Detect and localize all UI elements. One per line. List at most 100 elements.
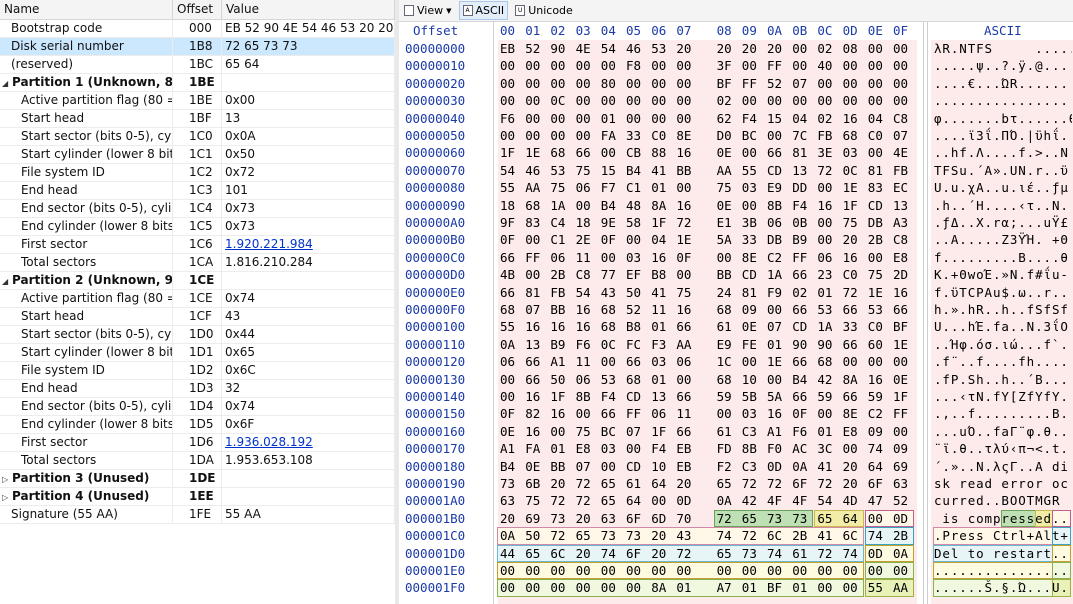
tree-row[interactable]: Start cylinder (lower 8 bits) 1C1 0x50 xyxy=(0,146,395,164)
hex-byte[interactable]: 00 xyxy=(525,231,547,248)
hex-byte[interactable]: 73 xyxy=(742,545,764,562)
hex-byte[interactable]: 00 xyxy=(500,127,522,144)
ascii-text[interactable]: sk read error oc xyxy=(934,475,1072,492)
hex-byte[interactable]: 00 xyxy=(742,562,764,579)
hex-byte[interactable]: 54 xyxy=(576,284,598,301)
hex-byte[interactable]: A3 xyxy=(893,214,915,231)
hex-byte[interactable]: 74 xyxy=(717,527,739,544)
hex-byte[interactable]: 1E xyxy=(893,336,915,353)
ascii-toggle-button[interactable]: A ASCII xyxy=(458,1,509,20)
hex-byte[interactable]: F4 xyxy=(601,388,623,405)
hex-byte[interactable]: 20 xyxy=(651,527,673,544)
hex-byte[interactable]: 00 xyxy=(525,127,547,144)
hex-byte[interactable]: C8 xyxy=(893,231,915,248)
hex-byte[interactable]: 00 xyxy=(550,562,572,579)
hex-byte[interactable]: 06 xyxy=(576,371,598,388)
tree-row[interactable]: End head 1D3 32 xyxy=(0,380,395,398)
hex-byte[interactable]: 3E xyxy=(817,144,839,161)
hex-byte[interactable]: EB xyxy=(500,40,522,57)
hex-byte[interactable]: 04 xyxy=(792,110,814,127)
tree-row[interactable]: Disk serial number 1B8 72 65 73 73 xyxy=(0,38,395,56)
hex-byte[interactable]: FF xyxy=(742,75,764,92)
hex-byte[interactable]: AA xyxy=(893,579,915,596)
hex-byte[interactable]: 52 xyxy=(626,301,648,318)
hex-byte[interactable]: 01 xyxy=(742,579,764,596)
hex-byte[interactable]: 1A xyxy=(550,197,572,214)
hex-byte[interactable]: 5A xyxy=(767,388,789,405)
hex-byte[interactable]: 00 xyxy=(626,562,648,579)
hex-byte[interactable]: 82 xyxy=(525,405,547,422)
hex-byte[interactable]: BB xyxy=(550,458,572,475)
hex-byte[interactable]: 01 xyxy=(792,579,814,596)
hex-byte[interactable]: C3 xyxy=(742,458,764,475)
hex-byte[interactable]: 55 xyxy=(742,162,764,179)
hex-byte[interactable]: F6 xyxy=(500,110,522,127)
hex-byte[interactable]: 5B xyxy=(742,388,764,405)
hex-byte[interactable]: 66 xyxy=(676,388,698,405)
hex-byte[interactable]: 18 xyxy=(576,214,598,231)
hex-byte[interactable]: 2B xyxy=(893,527,915,544)
hex-byte[interactable]: 4F xyxy=(792,492,814,509)
hex-byte[interactable]: 00 xyxy=(550,127,572,144)
tree-group-row[interactable]: ◢Partition 2 (Unknown, 93...1CE xyxy=(0,272,395,290)
hex-byte[interactable]: FF xyxy=(767,57,789,74)
hex-byte[interactable]: 20 xyxy=(843,231,865,248)
hex-byte[interactable]: 00 xyxy=(893,562,915,579)
hex-byte[interactable]: 0E xyxy=(500,423,522,440)
hex-byte[interactable]: 00 xyxy=(792,57,814,74)
hex-byte[interactable]: CD xyxy=(626,458,648,475)
hex-byte[interactable]: 66 xyxy=(843,301,865,318)
hex-byte[interactable]: 1F xyxy=(843,197,865,214)
hex-byte[interactable]: 01 xyxy=(601,110,623,127)
hex-byte[interactable]: 18 xyxy=(500,197,522,214)
hex-byte[interactable]: 16 xyxy=(843,110,865,127)
hex-byte[interactable]: 16 xyxy=(676,301,698,318)
hex-byte[interactable]: A1 xyxy=(500,440,522,457)
hex-byte[interactable]: AA xyxy=(676,336,698,353)
hex-byte[interactable]: 20 xyxy=(767,40,789,57)
hex-byte[interactable]: 00 xyxy=(601,92,623,109)
hex-byte[interactable]: 16 xyxy=(676,197,698,214)
hex-byte[interactable]: 73 xyxy=(792,510,814,527)
hex-byte[interactable]: 0A xyxy=(893,545,915,562)
ascii-text[interactable]: .....ψ..?.ÿ.@... xyxy=(934,57,1072,74)
hex-byte[interactable]: 68 xyxy=(601,318,623,335)
hex-byte[interactable]: 06 xyxy=(576,179,598,196)
hex-byte[interactable]: BC xyxy=(742,127,764,144)
hex-byte[interactable]: 16 xyxy=(843,249,865,266)
hex-byte[interactable]: 00 xyxy=(576,57,598,74)
hex-byte[interactable]: 8B xyxy=(742,440,764,457)
ascii-text[interactable]: K.+ΘwοΈ.»Ν.f#ΐu- xyxy=(934,266,1072,283)
hex-byte[interactable]: 66 xyxy=(792,301,814,318)
hex-byte[interactable]: 00 xyxy=(893,353,915,370)
hex-byte[interactable]: 02 xyxy=(717,92,739,109)
hex-byte[interactable]: 09 xyxy=(868,423,890,440)
hex-byte[interactable]: 41 xyxy=(817,527,839,544)
hex-byte[interactable]: 0A xyxy=(717,492,739,509)
tree-row[interactable]: First sector 1C6 1.920.221.984 xyxy=(0,236,395,254)
hex-byte[interactable]: 52 xyxy=(525,40,547,57)
hex-byte[interactable]: F4 xyxy=(742,110,764,127)
hex-byte[interactable]: 66 xyxy=(500,249,522,266)
hex-byte[interactable]: C0 xyxy=(651,127,673,144)
hex-byte[interactable]: 13 xyxy=(525,336,547,353)
hex-byte[interactable]: AC xyxy=(792,440,814,457)
hex-byte[interactable]: C8 xyxy=(576,266,598,283)
hex-byte[interactable]: 06 xyxy=(817,249,839,266)
hex-byte[interactable]: 00 xyxy=(717,405,739,422)
tree-row[interactable]: End cylinder (lower 8 bits) 1C5 0x73 xyxy=(0,218,395,236)
hex-byte[interactable]: C3 xyxy=(742,423,764,440)
hex-byte[interactable]: 00 xyxy=(676,371,698,388)
hex-byte[interactable]: C8 xyxy=(893,110,915,127)
hex-byte[interactable]: 00 xyxy=(676,57,698,74)
hex-byte[interactable]: 65 xyxy=(525,545,547,562)
hex-byte[interactable]: 72 xyxy=(676,545,698,562)
hex-byte[interactable]: 00 xyxy=(651,75,673,92)
tree-row[interactable]: File system ID 1C2 0x72 xyxy=(0,164,395,182)
hex-byte[interactable]: 0C xyxy=(550,92,572,109)
hex-byte[interactable]: 4E xyxy=(576,40,598,57)
hex-byte[interactable]: 54 xyxy=(500,162,522,179)
hex-byte[interactable]: 00 xyxy=(792,40,814,57)
hex-byte[interactable]: 33 xyxy=(626,127,648,144)
hex-byte[interactable]: 00 xyxy=(817,231,839,248)
